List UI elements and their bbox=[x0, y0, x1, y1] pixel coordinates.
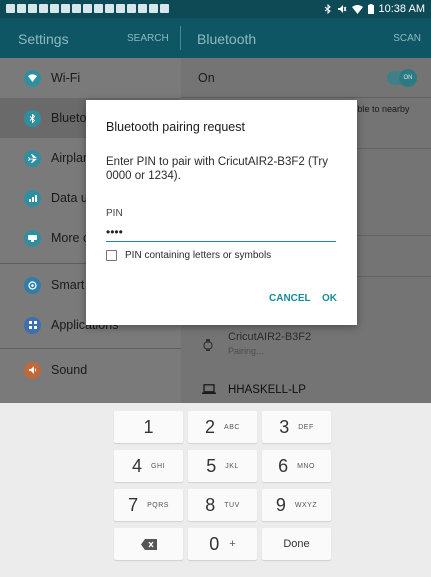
key-letters: JKL bbox=[225, 462, 239, 470]
sidebar-item-sound[interactable]: Sound bbox=[0, 350, 181, 390]
key-letters: PQRS bbox=[147, 501, 169, 509]
sidebar-item-label: Sound bbox=[51, 363, 88, 377]
pin-label: PIN bbox=[106, 208, 123, 219]
key-digit: 9 bbox=[275, 494, 286, 515]
ok-button[interactable]: OK bbox=[322, 293, 337, 304]
device-row-cricut[interactable]: CricutAIR2-B3F2 Pairing... bbox=[181, 326, 431, 366]
sidebar-item-wifi[interactable]: Wi-Fi bbox=[0, 58, 181, 98]
more-connections-icon bbox=[24, 229, 41, 247]
key-9[interactable]: 9 WXYZ bbox=[262, 489, 331, 521]
key-letters: GHI bbox=[151, 462, 165, 470]
smart-manager-icon bbox=[24, 276, 41, 294]
done-key[interactable]: Done bbox=[262, 528, 331, 560]
key-2[interactable]: 2 ABC bbox=[188, 411, 257, 443]
key-digit: 4 bbox=[132, 455, 143, 476]
key-digit: 2 bbox=[205, 416, 216, 437]
key-digit: 7 bbox=[128, 494, 139, 515]
notification-icon bbox=[39, 4, 48, 13]
key-digit: 0 bbox=[209, 533, 220, 554]
sidebar-divider bbox=[0, 348, 181, 349]
key-digit: 3 bbox=[279, 416, 290, 437]
dialog-message: Enter PIN to pair with CricutAIR2-B3F2 (… bbox=[106, 156, 328, 182]
key-4[interactable]: 4 GHI bbox=[114, 450, 183, 482]
notification-icon bbox=[28, 4, 37, 13]
bluetooth-title: Bluetooth bbox=[197, 31, 257, 47]
settings-title: Settings bbox=[18, 31, 69, 47]
device-name: HHASKELL-LP bbox=[228, 384, 306, 396]
key-6[interactable]: 6 MNO bbox=[262, 450, 331, 482]
watch-icon bbox=[203, 339, 213, 351]
dialog-title: Bluetooth pairing request bbox=[106, 120, 245, 134]
key-digit: 1 bbox=[143, 416, 154, 437]
notification-icon bbox=[94, 4, 103, 13]
key-letters: TUV bbox=[224, 501, 240, 509]
scan-button[interactable]: SCAN bbox=[393, 33, 421, 44]
key-letters: ABC bbox=[224, 423, 240, 431]
laptop-icon bbox=[202, 384, 216, 394]
mute-icon bbox=[337, 5, 346, 13]
status-bar: 10:38 AM bbox=[0, 0, 431, 18]
notification-icon bbox=[127, 4, 136, 13]
checkbox-label: PIN containing letters or symbols bbox=[125, 250, 272, 261]
toolbar-divider bbox=[180, 26, 181, 50]
key-5[interactable]: 5 JKL bbox=[188, 450, 257, 482]
toolbar: Settings SEARCH Bluetooth SCAN bbox=[0, 18, 431, 58]
applications-icon bbox=[24, 316, 41, 334]
key-digit: 8 bbox=[205, 494, 216, 515]
sidebar-item-label: Wi-Fi bbox=[51, 71, 81, 85]
sound-icon bbox=[24, 361, 41, 379]
search-button[interactable]: SEARCH bbox=[127, 33, 169, 44]
key-7[interactable]: 7 PQRS bbox=[114, 489, 183, 521]
bluetooth-toggle[interactable]: ON bbox=[387, 69, 417, 87]
notification-icon bbox=[50, 4, 59, 13]
done-label: Done bbox=[283, 538, 310, 550]
sidebar-item-label: Airplan bbox=[51, 151, 90, 165]
bluetooth-icon bbox=[24, 109, 41, 127]
key-digit: 5 bbox=[206, 455, 217, 476]
key-0[interactable]: 0 + bbox=[188, 528, 257, 560]
numeric-keyboard: 1 2 ABC 3 DEF 4 GHI 5 JKL 6 MNO 7 PQRS 8… bbox=[0, 403, 431, 577]
key-letters: WXYZ bbox=[294, 501, 318, 509]
airplane-icon bbox=[24, 149, 41, 167]
key-1[interactable]: 1 bbox=[114, 411, 183, 443]
notification-icons bbox=[6, 4, 169, 13]
pin-letters-option[interactable]: PIN containing letters or symbols bbox=[106, 250, 271, 261]
notification-icon bbox=[160, 4, 169, 13]
key-letters: MNO bbox=[297, 462, 315, 470]
key-digit: 6 bbox=[278, 455, 289, 476]
key-8[interactable]: 8 TUV bbox=[188, 489, 257, 521]
sidebar-item-label: More c bbox=[51, 231, 90, 245]
notification-icon bbox=[83, 4, 92, 13]
cancel-button[interactable]: CANCEL bbox=[269, 293, 311, 304]
key-letters: DEF bbox=[298, 423, 314, 431]
toggle-knob: ON bbox=[399, 69, 417, 87]
wifi-status-icon bbox=[351, 4, 363, 14]
pin-letters-checkbox[interactable] bbox=[106, 250, 117, 261]
key-plus: + bbox=[229, 538, 236, 550]
notification-icon bbox=[138, 4, 147, 13]
status-time: 10:38 AM bbox=[378, 3, 425, 15]
pairing-dialog: Bluetooth pairing request Enter PIN to p… bbox=[86, 100, 357, 325]
key-3[interactable]: 3 DEF bbox=[262, 411, 331, 443]
visibility-text: isible to nearby bbox=[349, 104, 410, 114]
pin-input[interactable] bbox=[106, 222, 336, 242]
bluetooth-status-icon bbox=[324, 4, 331, 14]
notification-icon bbox=[17, 4, 26, 13]
data-usage-icon bbox=[24, 189, 41, 207]
notification-icon bbox=[6, 4, 15, 13]
notification-icon bbox=[149, 4, 158, 13]
bluetooth-toggle-row[interactable]: On ON bbox=[181, 58, 431, 98]
on-label: On bbox=[198, 71, 215, 85]
device-name: CricutAIR2-B3F2 bbox=[228, 331, 312, 343]
notification-icon bbox=[72, 4, 81, 13]
wifi-icon bbox=[24, 69, 41, 87]
backspace-icon bbox=[140, 538, 157, 550]
notification-icon bbox=[61, 4, 70, 13]
notification-icon bbox=[116, 4, 125, 13]
battery-icon bbox=[367, 4, 374, 14]
backspace-key[interactable] bbox=[114, 528, 183, 560]
device-status: Pairing... bbox=[228, 346, 264, 356]
notification-icon bbox=[105, 4, 114, 13]
